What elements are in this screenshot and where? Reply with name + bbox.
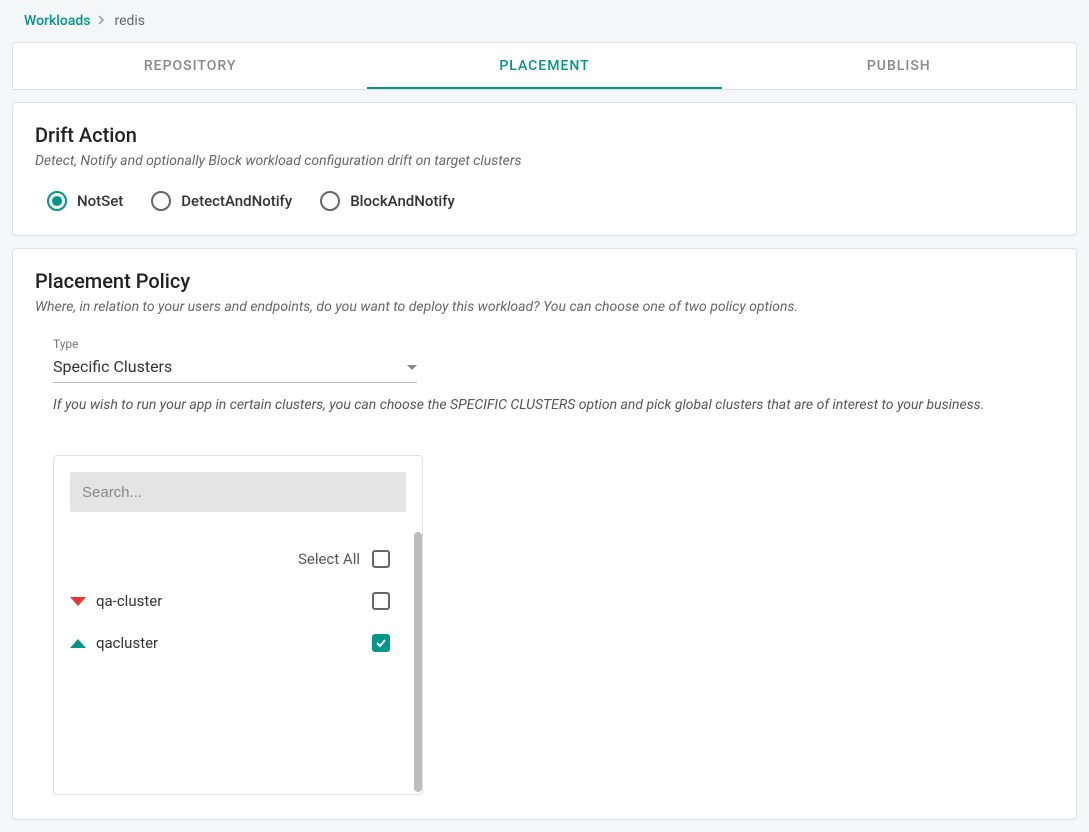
drift-option-notset[interactable]: NotSet [47, 191, 123, 211]
breadcrumb-current: redis [114, 13, 145, 29]
select-all-row: Select All [54, 534, 422, 580]
status-down-icon [70, 597, 86, 606]
cluster-picker: Select All qa-cluster qacluster [53, 455, 423, 795]
cluster-name: qa-cluster [96, 592, 362, 610]
drift-radio-group: NotSet DetectAndNotify BlockAndNotify [35, 191, 1054, 211]
drift-label: NotSet [77, 192, 123, 210]
placement-subtitle: Where, in relation to your users and end… [35, 299, 1054, 315]
radio-unselected-icon [151, 191, 171, 211]
radio-unselected-icon [320, 191, 340, 211]
type-select-value: Specific Clusters [53, 357, 407, 376]
scrollbar-thumb[interactable] [414, 532, 422, 792]
chevron-right-icon [98, 13, 106, 29]
select-all-checkbox[interactable] [372, 550, 390, 568]
breadcrumb-workloads-link[interactable]: Workloads [24, 13, 90, 29]
type-select[interactable]: Specific Clusters [53, 353, 417, 383]
placement-card: Placement Policy Where, in relation to y… [12, 248, 1077, 820]
placement-title: Placement Policy [35, 269, 1054, 293]
drift-label: DetectAndNotify [181, 192, 292, 210]
status-up-icon [70, 639, 86, 648]
cluster-checkbox[interactable] [372, 634, 390, 652]
cluster-name: qacluster [96, 634, 362, 652]
drift-card: Drift Action Detect, Notify and optional… [12, 102, 1077, 236]
tab-placement[interactable]: PLACEMENT [367, 43, 721, 89]
breadcrumb: Workloads redis [0, 0, 1089, 42]
type-hint: If you wish to run your app in certain c… [53, 397, 1054, 413]
checkmark-icon [375, 637, 387, 649]
radio-selected-icon [47, 191, 67, 211]
drift-label: BlockAndNotify [350, 192, 455, 210]
cluster-row[interactable]: qacluster [54, 622, 422, 664]
tab-publish[interactable]: PUBLISH [722, 43, 1076, 89]
drift-option-block[interactable]: BlockAndNotify [320, 191, 455, 211]
drift-option-detect[interactable]: DetectAndNotify [151, 191, 292, 211]
select-all-label: Select All [298, 550, 360, 568]
cluster-row[interactable]: qa-cluster [54, 580, 422, 622]
dropdown-arrow-icon [407, 359, 417, 375]
cluster-checkbox[interactable] [372, 592, 390, 610]
type-field-label: Type [53, 337, 1054, 351]
drift-title: Drift Action [35, 123, 1054, 147]
tabs: REPOSITORY PLACEMENT PUBLISH [12, 42, 1077, 90]
tab-repository[interactable]: REPOSITORY [13, 43, 367, 89]
search-input[interactable] [70, 472, 406, 512]
drift-subtitle: Detect, Notify and optionally Block work… [35, 153, 1054, 169]
